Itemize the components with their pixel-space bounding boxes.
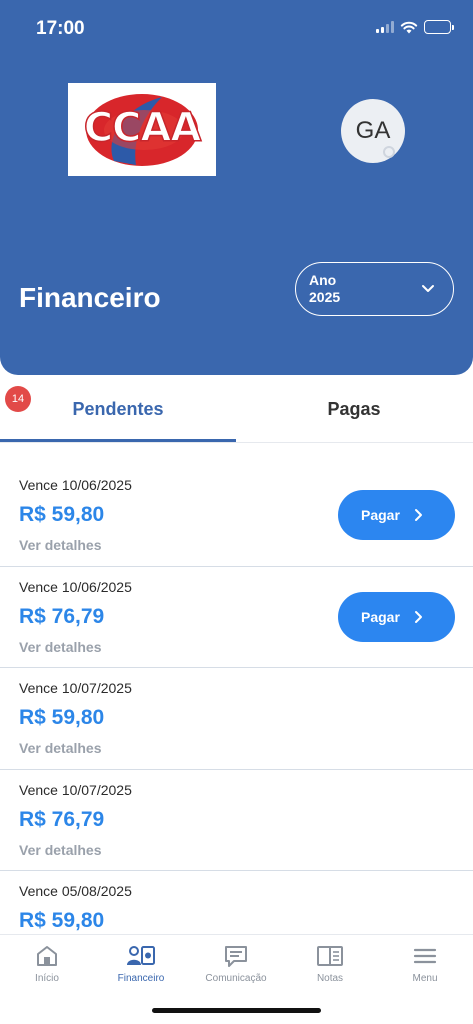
amount: R$ 76,79 [19, 604, 105, 628]
due-date: Vence 10/06/2025 [19, 477, 132, 493]
pay-button[interactable]: Pagar [338, 490, 455, 540]
invoice-item: Vence 10/06/2025 R$ 76,79 Ver detalhes P… [0, 567, 473, 668]
invoice-item: Vence 10/07/2025 R$ 76,79 Ver detalhes [0, 770, 473, 871]
home-icon [37, 946, 57, 966]
invoice-list: Vence 10/06/2025 R$ 59,80 Ver detalhes P… [0, 465, 473, 973]
status-time: 17:00 [36, 18, 85, 39]
nav-item-inicio[interactable]: Início [0, 943, 94, 984]
tab-pagas[interactable]: Pagas [236, 375, 472, 443]
active-tab-indicator [0, 439, 236, 442]
wifi-icon [400, 21, 418, 33]
amount: R$ 76,79 [19, 807, 105, 831]
cellular-signal-icon [376, 21, 394, 33]
details-link[interactable]: Ver detalhes [19, 740, 102, 756]
details-link[interactable]: Ver detalhes [19, 537, 102, 553]
year-select-label: Ano [309, 272, 337, 288]
year-select[interactable]: Ano 2025 [295, 262, 454, 316]
nav-label: Menu [412, 973, 438, 984]
chevron-down-icon [422, 285, 434, 292]
due-date: Vence 10/06/2025 [19, 578, 132, 595]
nav-label: Início [35, 973, 59, 984]
home-indicator [152, 1008, 321, 1013]
nav-item-menu[interactable]: Menu [378, 943, 472, 984]
nav-item-comunicacao[interactable]: Comunicação [189, 943, 283, 984]
due-date: Vence 10/07/2025 [19, 680, 132, 696]
pay-button-label: Pagar [361, 507, 400, 523]
invoice-item: Vence 10/07/2025 R$ 59,80 Ver detalhes [0, 668, 473, 770]
status-icons [376, 20, 454, 34]
pay-button[interactable]: Pagar [338, 591, 455, 642]
details-link[interactable]: Ver detalhes [19, 639, 102, 655]
page-title: Financeiro [19, 282, 161, 313]
battery-icon [424, 20, 454, 34]
amount: R$ 59,80 [19, 503, 105, 526]
details-link[interactable]: Ver detalhes [19, 842, 102, 858]
nav-item-financeiro[interactable]: Financeiro [94, 943, 188, 984]
finance-icon [127, 946, 155, 965]
ccaa-logo: CCAA [68, 83, 216, 176]
due-date: Vence 10/07/2025 [19, 781, 132, 798]
chevron-right-icon [414, 610, 422, 623]
amount: R$ 59,80 [19, 909, 105, 932]
chevron-right-icon [414, 509, 422, 521]
nav-label: Notas [316, 973, 344, 984]
avatar-status-dot [383, 146, 395, 158]
tab-bar: Pendentes Pagas [0, 375, 473, 443]
notes-icon [317, 946, 343, 966]
year-select-value: 2025 [309, 289, 341, 305]
invoice-item: Vence 10/06/2025 R$ 59,80 Ver detalhes P… [0, 465, 473, 567]
header: 17:00 CCAA GA Financeiro Ano 2025 [0, 0, 473, 375]
nav-label: Comunicação [205, 973, 267, 984]
avatar[interactable]: GA [341, 99, 405, 163]
amount: R$ 59,80 [19, 706, 105, 729]
menu-icon [413, 948, 437, 964]
nav-item-notas[interactable]: Notas [283, 943, 377, 984]
logo-text: CCAA [83, 104, 202, 152]
chat-icon [225, 946, 247, 967]
nav-label: Financeiro [117, 973, 165, 984]
due-date: Vence 05/08/2025 [19, 883, 132, 899]
pending-count-badge: 14 [5, 386, 31, 412]
tab-pendentes[interactable]: Pendentes [0, 375, 236, 443]
pay-button-label: Pagar [361, 608, 400, 625]
